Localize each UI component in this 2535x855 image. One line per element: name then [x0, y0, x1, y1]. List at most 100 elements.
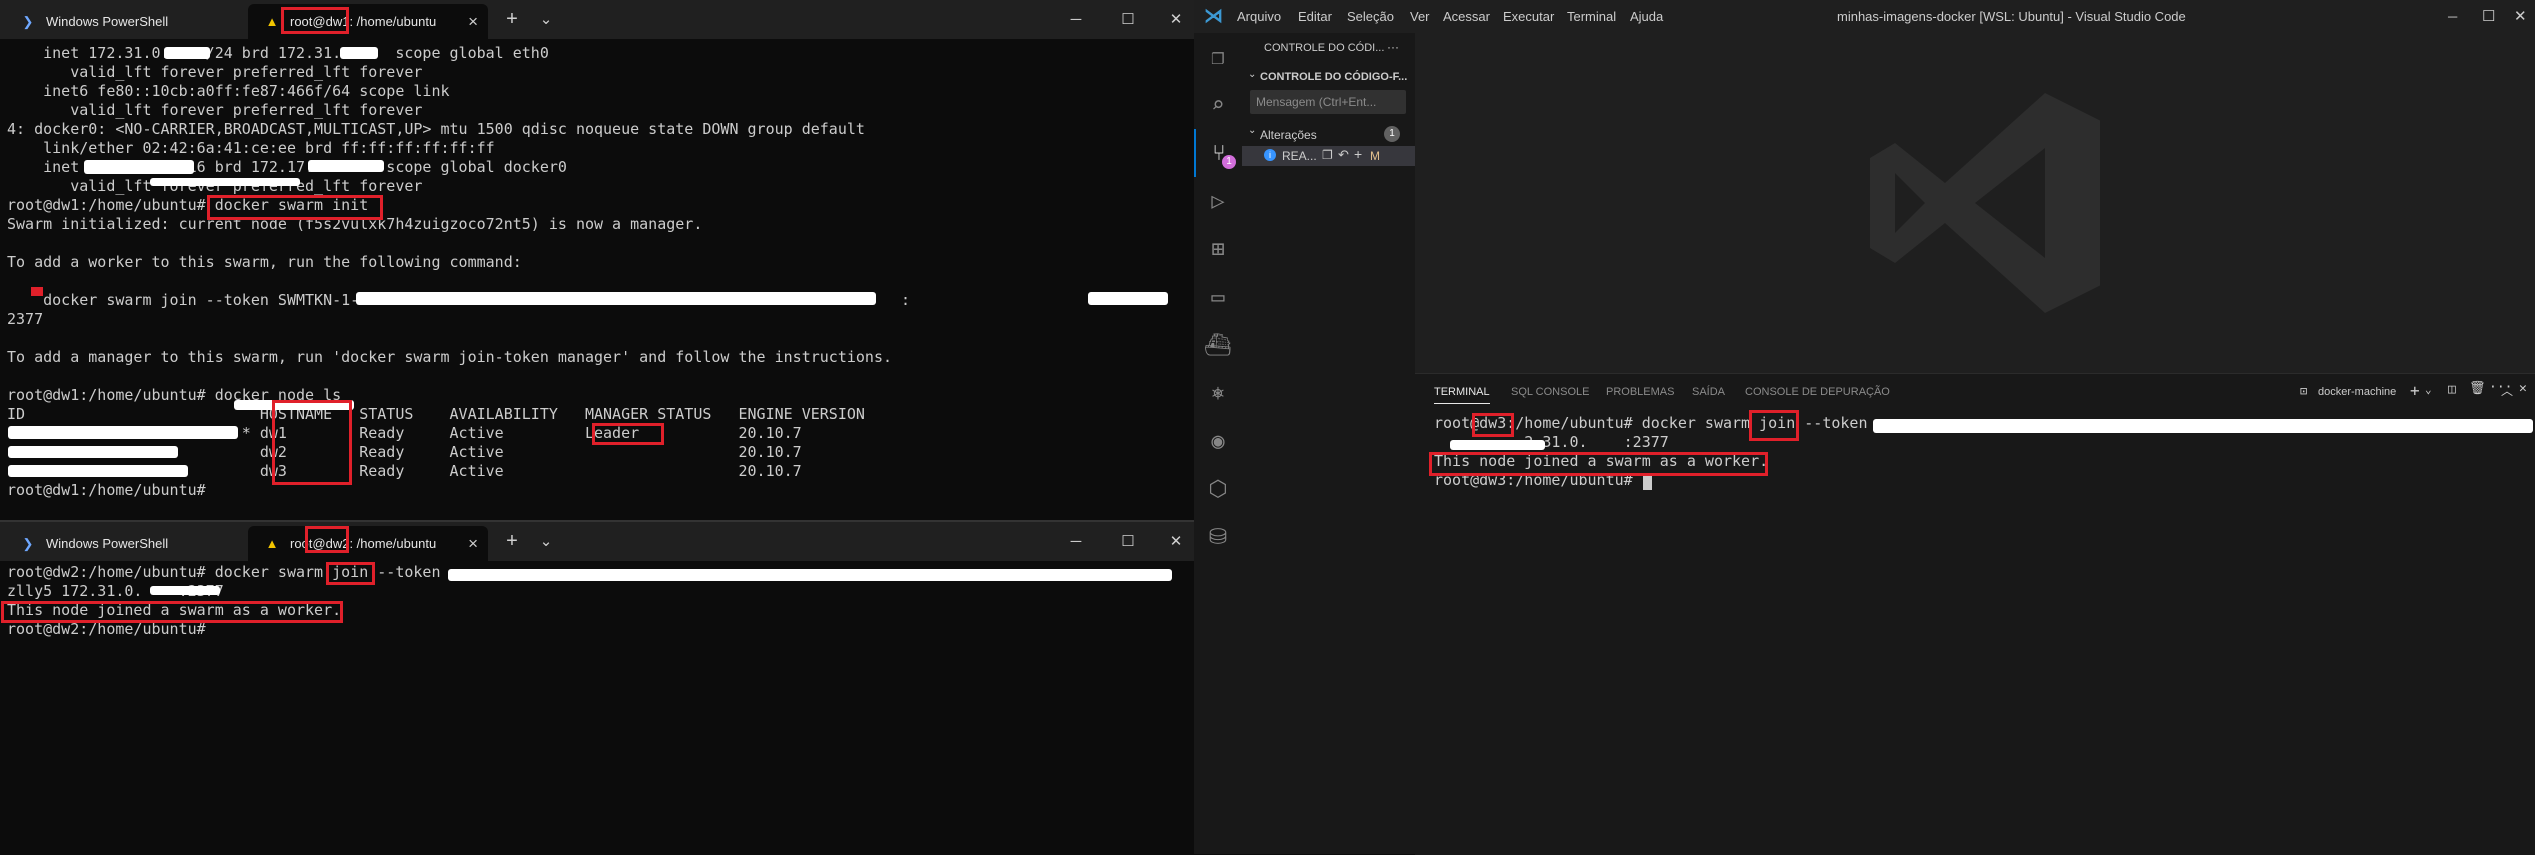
split-terminal-icon[interactable]: ◫ [2448, 382, 2456, 397]
tab-saida[interactable]: SAÍDA [1692, 386, 1725, 398]
scm-badge: 1 [1222, 155, 1236, 169]
redaction-mark [31, 287, 43, 296]
powershell-icon: ❯ [22, 536, 34, 551]
redaction [150, 178, 300, 186]
open-file-icon[interactable]: ❐ [1322, 148, 1333, 162]
close-button[interactable]: ✕ [2514, 0, 2527, 33]
terminal-name[interactable]: docker-machine [2318, 386, 2396, 398]
highlight-hostnames [272, 400, 352, 485]
commit-message-input[interactable]: Mensagem (Ctrl+Ent... [1250, 90, 1406, 114]
tab-sql-console[interactable]: SQL CONSOLE [1511, 386, 1589, 398]
window-title: minhas-imagens-docker [WSL: Ubuntu] - Vi… [1837, 9, 2186, 24]
maximize-button[interactable]: ☐ [1108, 0, 1148, 39]
minimize-button[interactable]: ─ [1056, 0, 1096, 39]
terminal-line: inet6 fe80::10cb:a0ff:fe87:466f/64 scope… [7, 82, 450, 100]
highlight-join-vscode [1749, 410, 1799, 441]
info-icon: i [1264, 149, 1276, 161]
maximize-button[interactable]: ☐ [2482, 0, 2495, 33]
discard-icon[interactable]: ↶ [1338, 147, 1349, 163]
tab-console-depuracao[interactable]: CONSOLE DE DEPURAÇÃO [1745, 386, 1890, 398]
minimize-button[interactable]: ─ [1056, 522, 1096, 561]
terminal-line: root@dw1:/home/ubuntu# [7, 481, 206, 499]
terminal-line: To add a manager to this swarm, run 'doc… [7, 348, 893, 366]
close-button[interactable]: ✕ [1156, 0, 1194, 39]
terminal-tabbar: ❯ Windows PowerShell ▲ root@dw1: /home/u… [0, 0, 1194, 39]
menu-executar[interactable]: Executar [1503, 0, 1554, 33]
menu-ajuda[interactable]: Ajuda [1630, 0, 1663, 33]
stage-icon[interactable]: + [1354, 146, 1362, 162]
close-button[interactable]: ✕ [1156, 522, 1194, 561]
redaction [1088, 292, 1168, 305]
terminal-line: root@dw1:/home/ubuntu# docker swarm init [7, 196, 369, 214]
tab-label: Windows PowerShell [46, 536, 169, 551]
redaction [1873, 419, 2533, 433]
package-icon[interactable]: ⬡ [1194, 465, 1242, 513]
highlight-joined-msg-vscode [1429, 452, 1768, 476]
redaction [8, 446, 178, 458]
tab-dropdown-button[interactable]: ⌄ [526, 522, 566, 561]
maximize-button[interactable]: ☐ [1108, 522, 1148, 561]
chevron-down-icon[interactable]: ⌄ [1248, 69, 1256, 80]
menu-editar[interactable]: Editar [1298, 0, 1332, 33]
vscode-watermark-icon [1870, 93, 2100, 313]
docker-icon[interactable]: ⛴ [1194, 321, 1242, 369]
activity-bar: ❐ ⌕ ⑂ 1 ▷ ⊞ ▭ ⛴ ⎈ ◉ ⬡ ⛁ [1194, 33, 1242, 854]
new-terminal-icon[interactable]: + [2410, 381, 2420, 400]
terminal-line: valid_lft forever preferred_lft forever [7, 63, 423, 81]
extensions-icon[interactable]: ⊞ [1194, 225, 1242, 273]
terminal-line: 4: docker0: <NO-CARRIER,BROADCAST,MULTIC… [7, 120, 865, 138]
highlight-leader [592, 423, 664, 445]
changed-file-row[interactable]: i REA... ❐ ↶ + M [1242, 146, 1415, 166]
close-panel-icon[interactable]: ✕ [2519, 381, 2527, 396]
sidebar-section[interactable]: CONTROLE DO CÓDIGO-F... [1260, 71, 1407, 83]
highlight-dw2-tab [305, 526, 349, 553]
redaction [356, 292, 876, 305]
search-icon[interactable]: ⌕ [1194, 81, 1242, 129]
chevron-down-icon[interactable]: ⌄ [2425, 383, 2432, 396]
source-control-sidebar: CONTROLE DO CÓDI... ··· ⌄ CONTROLE DO CÓ… [1242, 33, 1416, 854]
close-tab-icon[interactable]: × [468, 526, 478, 561]
vscode-logo-icon: ⋊ [1204, 6, 1223, 27]
database-icon[interactable]: ⛁ [1194, 513, 1242, 561]
tab-terminal[interactable]: TERMINAL [1434, 386, 1490, 404]
tab-root-dw2[interactable]: ▲ root@dw2: /home/ubuntu × [248, 526, 488, 561]
menu-acessar[interactable]: Acessar [1443, 0, 1490, 33]
mongodb-icon[interactable]: ◉ [1194, 417, 1242, 465]
terminal-line: 2377 [7, 310, 44, 328]
sidebar-more-icon[interactable]: ··· [1387, 40, 1399, 54]
tab-windows-powershell[interactable]: ❯ Windows PowerShell [4, 4, 242, 39]
minimize-button[interactable]: ─ [2448, 0, 2457, 33]
menu-selecao[interactable]: Seleção [1347, 0, 1394, 33]
redaction [8, 465, 188, 477]
linux-icon: ▲ [265, 536, 279, 551]
kubernetes-icon[interactable]: ⎈ [1194, 369, 1242, 417]
redaction [340, 47, 378, 59]
tab-windows-powershell[interactable]: ❯ Windows PowerShell [4, 526, 242, 561]
terminal-line: ID HOSTNAME STATUS AVAILABILITY MANAGER … [7, 405, 865, 423]
commit-message-placeholder: Mensagem (Ctrl+Ent... [1256, 95, 1377, 109]
tab-problemas[interactable]: PROBLEMAS [1606, 386, 1674, 398]
explorer-icon[interactable]: ❐ [1194, 33, 1242, 81]
file-name: REA... [1282, 149, 1317, 163]
chevron-down-icon[interactable]: ⌄ [1248, 125, 1256, 136]
menu-arquivo[interactable]: Arquivo [1237, 0, 1281, 33]
terminal-window-dw2: ❯ Windows PowerShell ▲ root@dw2: /home/u… [0, 522, 1194, 854]
maximize-panel-icon[interactable]: ︿ [2501, 382, 2513, 399]
run-debug-icon[interactable]: ▷ [1194, 177, 1242, 225]
trash-icon[interactable]: 🗑 [2469, 381, 2486, 396]
remote-explorer-icon[interactable]: ▭ [1194, 273, 1242, 321]
terminal-line: Swarm initialized: current node (f5s2vul… [7, 215, 703, 233]
terminal-line: valid_lft forever preferred_lft forever [7, 101, 423, 119]
source-control-icon[interactable]: ⑂ 1 [1194, 129, 1242, 177]
close-tab-icon[interactable]: × [468, 4, 478, 39]
menu-ver[interactable]: Ver [1410, 0, 1430, 33]
tab-dropdown-button[interactable]: ⌄ [526, 0, 566, 39]
powershell-icon: ❯ [22, 14, 34, 29]
highlight-swarm-init [207, 195, 383, 220]
terminal-line: To add a worker to this swarm, run the f… [7, 253, 522, 271]
changes-label[interactable]: Alterações [1260, 128, 1317, 142]
menu-terminal[interactable]: Terminal [1567, 0, 1616, 33]
sidebar-header: CONTROLE DO CÓDI... [1264, 42, 1385, 54]
